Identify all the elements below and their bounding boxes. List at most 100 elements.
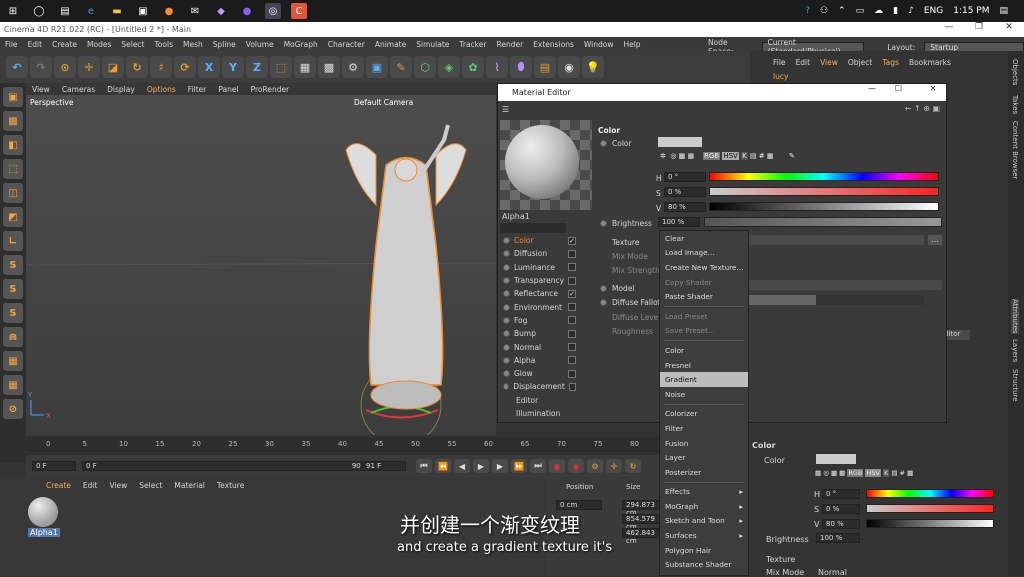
mm-texture[interactable]: Texture	[211, 481, 250, 490]
z-axis-icon[interactable]: Z	[246, 56, 268, 78]
channel-checkbox[interactable]	[568, 329, 576, 338]
channel-luminance[interactable]: Luminance	[500, 261, 590, 274]
me-brightness-field[interactable]: 100 %	[658, 217, 700, 227]
mm-view[interactable]: View	[103, 481, 133, 490]
record-icon[interactable]: ◉	[549, 459, 565, 473]
cinema4d-icon[interactable]: ◎	[265, 3, 281, 19]
vp-menu-filter[interactable]: Filter	[182, 85, 213, 94]
menu-extensions[interactable]: Extensions	[528, 40, 579, 49]
om-file[interactable]: File	[768, 58, 791, 67]
move-tool-icon[interactable]: ✛	[78, 56, 100, 78]
attr-rgb-button[interactable]: RGB	[847, 469, 864, 477]
om-view[interactable]: View	[815, 58, 843, 67]
mm-edit[interactable]: Edit	[77, 481, 104, 490]
attr-hsv-button[interactable]: HSV	[865, 469, 881, 477]
me-brightness-slider[interactable]	[704, 217, 942, 227]
channel-checkbox[interactable]	[568, 369, 576, 378]
channel-checkbox[interactable]	[568, 263, 576, 272]
menu-simulate[interactable]: Simulate	[411, 40, 454, 49]
tab-content-browser[interactable]: Content Browser	[1011, 121, 1019, 179]
channel-glow[interactable]: Glow	[500, 367, 590, 380]
menu-item-mograph[interactable]: MoGraph ▸	[660, 499, 748, 514]
menu-item-create-new-texture[interactable]: Create New Texture...	[660, 260, 748, 275]
channel-checkbox[interactable]	[568, 303, 576, 312]
render-settings-icon[interactable]: ⚙	[342, 56, 364, 78]
me-nav-icons[interactable]: ← ↑ ⊕ ▣	[905, 104, 940, 113]
points-mode-icon[interactable]: ⬚	[3, 159, 23, 179]
material-name[interactable]: Alpha1	[28, 528, 60, 537]
attr-color-swatch[interactable]	[816, 454, 856, 464]
x-axis-icon[interactable]: X	[198, 56, 220, 78]
channel-checkbox[interactable]: ✓	[568, 289, 576, 298]
menu-modes[interactable]: Modes	[82, 40, 116, 49]
redo-icon[interactable]: ↷	[30, 56, 52, 78]
tab-layers[interactable]: Layers	[1011, 339, 1019, 362]
cube-icon[interactable]: ▣	[366, 56, 388, 78]
me-menu-icon[interactable]: ☰	[502, 105, 509, 114]
tab-objects[interactable]: Objects	[1011, 59, 1019, 85]
object-lucy[interactable]: lucy	[773, 72, 788, 81]
me-texture-browse[interactable]: …	[928, 235, 942, 245]
channel-illumination[interactable]: Illumination	[500, 407, 590, 420]
goto-end-icon[interactable]: ⏭	[530, 459, 546, 473]
world-coord-icon[interactable]: ⬚	[270, 56, 292, 78]
move-key-icon[interactable]: ✛	[606, 459, 622, 473]
menu-item-surfaces[interactable]: Surfaces ▸	[660, 528, 748, 543]
tab-takes[interactable]: Takes	[1011, 95, 1019, 114]
rotate-tool-icon[interactable]: ↻	[126, 56, 148, 78]
y-axis-icon[interactable]: Y	[222, 56, 244, 78]
channel-checkbox[interactable]	[568, 343, 576, 352]
firefox-icon[interactable]: ●	[161, 3, 177, 19]
rgb-button[interactable]: RGB	[703, 152, 721, 160]
autokey-icon[interactable]: ◉	[568, 459, 584, 473]
menu-item-color[interactable]: Color	[660, 343, 748, 358]
om-object[interactable]: Object	[843, 58, 877, 67]
menu-item-fusion[interactable]: Fusion	[660, 436, 748, 451]
mm-create[interactable]: Create	[40, 481, 77, 490]
cloner-icon[interactable]: ✿	[462, 56, 484, 78]
next-key-icon[interactable]: ⏩	[511, 459, 527, 473]
lock-icon[interactable]: ⊘	[3, 399, 23, 419]
menu-create[interactable]: Create	[47, 40, 82, 49]
me-texture-field[interactable]	[744, 235, 924, 245]
edges-mode-icon[interactable]: ◫	[3, 183, 23, 203]
make-editable-icon[interactable]: ▣	[3, 87, 23, 107]
vp-menu-display[interactable]: Display	[101, 85, 141, 94]
notification-icon[interactable]: ▤	[999, 6, 1008, 16]
me-falloff-slider[interactable]	[744, 295, 924, 305]
menu-window[interactable]: Window	[579, 40, 619, 49]
channel-editor[interactable]: Editor	[500, 394, 590, 407]
workplane-icon[interactable]: S	[3, 303, 23, 323]
grid-icon[interactable]: ▦	[3, 351, 23, 371]
extrude-icon[interactable]: ◈	[438, 56, 460, 78]
menu-item-colorizer[interactable]: Colorizer	[660, 407, 748, 422]
me-s-field[interactable]: 0 %	[664, 187, 706, 197]
render-view-icon[interactable]: ▦	[294, 56, 316, 78]
menu-item-posterizer[interactable]: Posterizer	[660, 465, 748, 480]
next-frame-icon[interactable]: ▶	[492, 459, 508, 473]
menu-volume[interactable]: Volume	[241, 40, 279, 49]
menu-spline[interactable]: Spline	[208, 40, 241, 49]
menu-file[interactable]: File	[0, 40, 23, 49]
play-icon[interactable]: ▶	[473, 459, 489, 473]
light-icon[interactable]: 💡	[582, 56, 604, 78]
subdivision-icon[interactable]: ⬡	[414, 56, 436, 78]
channel-color[interactable]: Color ✓	[500, 234, 590, 247]
channel-checkbox[interactable]	[568, 356, 576, 365]
om-edit[interactable]: Edit	[791, 58, 816, 67]
menu-select[interactable]: Select	[116, 40, 149, 49]
chevron-up-icon[interactable]: ⌃	[838, 6, 846, 16]
menu-edit[interactable]: Edit	[23, 40, 48, 49]
keyframe-icon[interactable]: ⚙	[587, 459, 603, 473]
me-s-slider[interactable]	[709, 187, 939, 196]
tab-structure[interactable]: Structure	[1011, 369, 1019, 402]
mm-material[interactable]: Material	[168, 481, 210, 490]
search-icon[interactable]: ◯	[31, 3, 47, 19]
menu-animate[interactable]: Animate	[370, 40, 411, 49]
menu-mograph[interactable]: MoGraph	[279, 40, 323, 49]
menu-item-sketch-and-toon[interactable]: Sketch and Toon ▸	[660, 514, 748, 529]
coord-system-icon[interactable]: ⟳	[174, 56, 196, 78]
floor-icon[interactable]: ▤	[534, 56, 556, 78]
attr-h-slider[interactable]	[866, 489, 994, 498]
channel-checkbox[interactable]	[568, 276, 576, 285]
